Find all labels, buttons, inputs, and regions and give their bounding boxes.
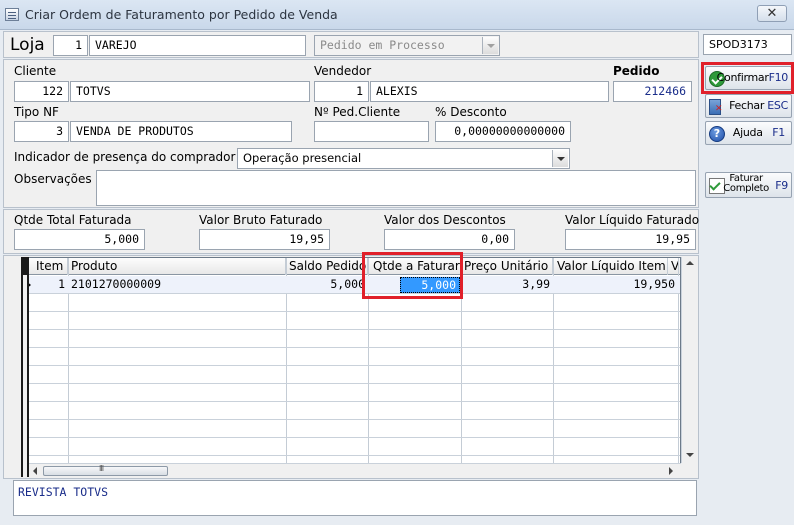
col-header-preco[interactable]: Preço Unitário xyxy=(461,258,553,275)
cell-qtde-editing[interactable]: 5,000 xyxy=(400,277,460,293)
table-row[interactable] xyxy=(22,366,680,384)
pedido-label: Pedido xyxy=(613,64,660,78)
ajuda-key: F1 xyxy=(772,126,785,139)
status-combo[interactable]: Pedido em Processo xyxy=(314,35,500,56)
scroll-up-icon[interactable] xyxy=(686,261,694,265)
vendedor-name-field[interactable]: ALEXIS xyxy=(370,81,609,102)
valor-bruto-field: 19,95 xyxy=(199,229,330,250)
scroll-down-icon[interactable] xyxy=(686,453,694,457)
table-row[interactable] xyxy=(22,294,680,312)
valor-liquido-label: Valor Líquido Faturado xyxy=(565,213,700,227)
confirm-key: F10 xyxy=(768,71,789,84)
loja-name-field[interactable]: VAREJO xyxy=(89,35,306,56)
confirm-button[interactable]: ConfirmarF10 xyxy=(705,66,792,90)
table-row[interactable] xyxy=(22,438,680,456)
confirm-label: Confirmar xyxy=(716,71,769,84)
help-button-text: Ajuda F1 xyxy=(733,126,785,139)
scroll-thumb[interactable] xyxy=(43,464,168,476)
footer-text-area[interactable]: REVISTA TOTVS xyxy=(13,480,697,516)
col-header-saldo[interactable]: Saldo Pedido xyxy=(286,258,368,275)
faturar-key: F9 xyxy=(775,179,788,192)
window-title: Criar Ordem de Faturamento por Pedido de… xyxy=(25,7,338,22)
col-header-item[interactable]: Item xyxy=(30,258,68,275)
faturar-label-2: Completo xyxy=(723,183,769,194)
fechar-label: Fechar xyxy=(729,99,765,112)
title-bar: Criar Ordem de Faturamento por Pedido de… xyxy=(0,0,794,30)
valor-liquido-field: 19,95 xyxy=(565,229,696,250)
status-combo-value: Pedido em Processo xyxy=(320,38,445,52)
help-button[interactable]: ? Ajuda F1 xyxy=(705,121,792,145)
table-row[interactable] xyxy=(22,420,680,438)
ped-cliente-field[interactable] xyxy=(314,121,429,142)
confirm-button-text: ConfirmarF10 xyxy=(716,71,789,84)
vendedor-code-field[interactable]: 1 xyxy=(314,81,369,102)
cell-valor[interactable]: 19,950 xyxy=(553,276,678,293)
table-row[interactable] xyxy=(22,312,680,330)
col-header-v[interactable]: V xyxy=(668,258,680,275)
ajuda-label: Ajuda xyxy=(732,126,763,139)
items-grid[interactable]: Item Produto Saldo Pedido Qtde a Faturar… xyxy=(21,257,681,477)
desconto-label: % Desconto xyxy=(435,105,507,119)
help-icon: ? xyxy=(709,126,725,142)
table-row[interactable] xyxy=(22,330,680,348)
chevron-down-icon[interactable] xyxy=(482,37,498,54)
cell-produto[interactable]: 2101270000009 xyxy=(68,276,286,293)
bill-complete-text: Faturar Completo xyxy=(723,174,769,194)
presenca-combo[interactable]: Operação presencial xyxy=(237,148,570,169)
bill-complete-button[interactable]: Faturar Completo F9 xyxy=(705,172,792,198)
presenca-combo-value: Operação presencial xyxy=(243,151,362,165)
grid-row-indicator-strip xyxy=(21,257,29,477)
order-code-field: SPOD3173 xyxy=(703,34,792,55)
scroll-right-icon[interactable] xyxy=(669,467,673,475)
order-form-panel: Cliente 122 TOTVS Vendedor 1 ALEXIS Pedi… xyxy=(3,59,699,208)
cliente-name-field[interactable]: TOTVS xyxy=(70,81,310,102)
grid-header: Item Produto Saldo Pedido Qtde a Faturar… xyxy=(22,258,680,275)
table-row[interactable] xyxy=(22,402,680,420)
grid-vertical-scrollbar[interactable] xyxy=(681,257,697,463)
pedido-field: 212466 xyxy=(613,81,692,102)
valor-descontos-label: Valor dos Descontos xyxy=(384,213,506,227)
cell-item[interactable]: 1 xyxy=(30,276,68,293)
table-row[interactable] xyxy=(22,384,680,402)
cliente-label: Cliente xyxy=(14,64,57,78)
col-header-qtde[interactable]: Qtde a Faturar xyxy=(368,258,461,275)
close-form-button-text: Fechar ESC xyxy=(729,99,788,112)
cell-saldo[interactable]: 5,000 xyxy=(286,276,368,293)
window-form-icon xyxy=(5,8,19,21)
totals-panel: Qtde Total Faturada 5,000 Valor Bruto Fa… xyxy=(3,209,699,254)
col-header-valor[interactable]: Valor Líquido Item xyxy=(553,258,668,275)
tipo-nf-name-field[interactable]: VENDA DE PRODUTOS xyxy=(70,121,292,142)
store-panel: Loja 1 VAREJO Pedido em Processo xyxy=(3,31,699,58)
desconto-field[interactable]: 0,00000000000000 xyxy=(435,121,571,142)
col-header-produto[interactable]: Produto xyxy=(68,258,286,275)
close-button[interactable]: ✕ xyxy=(757,5,787,22)
scroll-left-icon[interactable] xyxy=(33,467,37,475)
presenca-label: Indicador de presença do comprador xyxy=(14,150,236,164)
observacoes-label: Observações xyxy=(14,172,92,186)
fechar-key: ESC xyxy=(767,99,788,112)
cell-preco[interactable]: 3,99 xyxy=(461,276,553,293)
vendedor-label: Vendedor xyxy=(314,64,372,78)
ped-cliente-label: Nº Ped.Cliente xyxy=(314,105,401,119)
table-row[interactable]: 1 2101270000009 5,000 5,000 3,99 19,950 xyxy=(22,276,680,294)
tipo-nf-label: Tipo NF xyxy=(14,105,59,119)
observacoes-field[interactable] xyxy=(96,170,696,206)
tipo-nf-code-field[interactable]: 3 xyxy=(14,121,69,142)
close-form-button[interactable]: Fechar ESC xyxy=(705,94,792,118)
table-row[interactable] xyxy=(22,348,680,366)
cliente-code-field[interactable]: 122 xyxy=(14,81,69,102)
exit-door-icon xyxy=(709,99,723,115)
loja-label: Loja xyxy=(10,35,45,55)
valor-bruto-label: Valor Bruto Faturado xyxy=(199,213,323,227)
valor-descontos-field: 0,00 xyxy=(384,229,515,250)
loja-code-field[interactable]: 1 xyxy=(53,35,88,56)
grid-horizontal-scrollbar[interactable] xyxy=(29,463,681,477)
qtde-total-label: Qtde Total Faturada xyxy=(14,213,132,227)
chevron-down-icon[interactable] xyxy=(552,150,568,167)
qtde-total-field: 5,000 xyxy=(14,229,145,250)
